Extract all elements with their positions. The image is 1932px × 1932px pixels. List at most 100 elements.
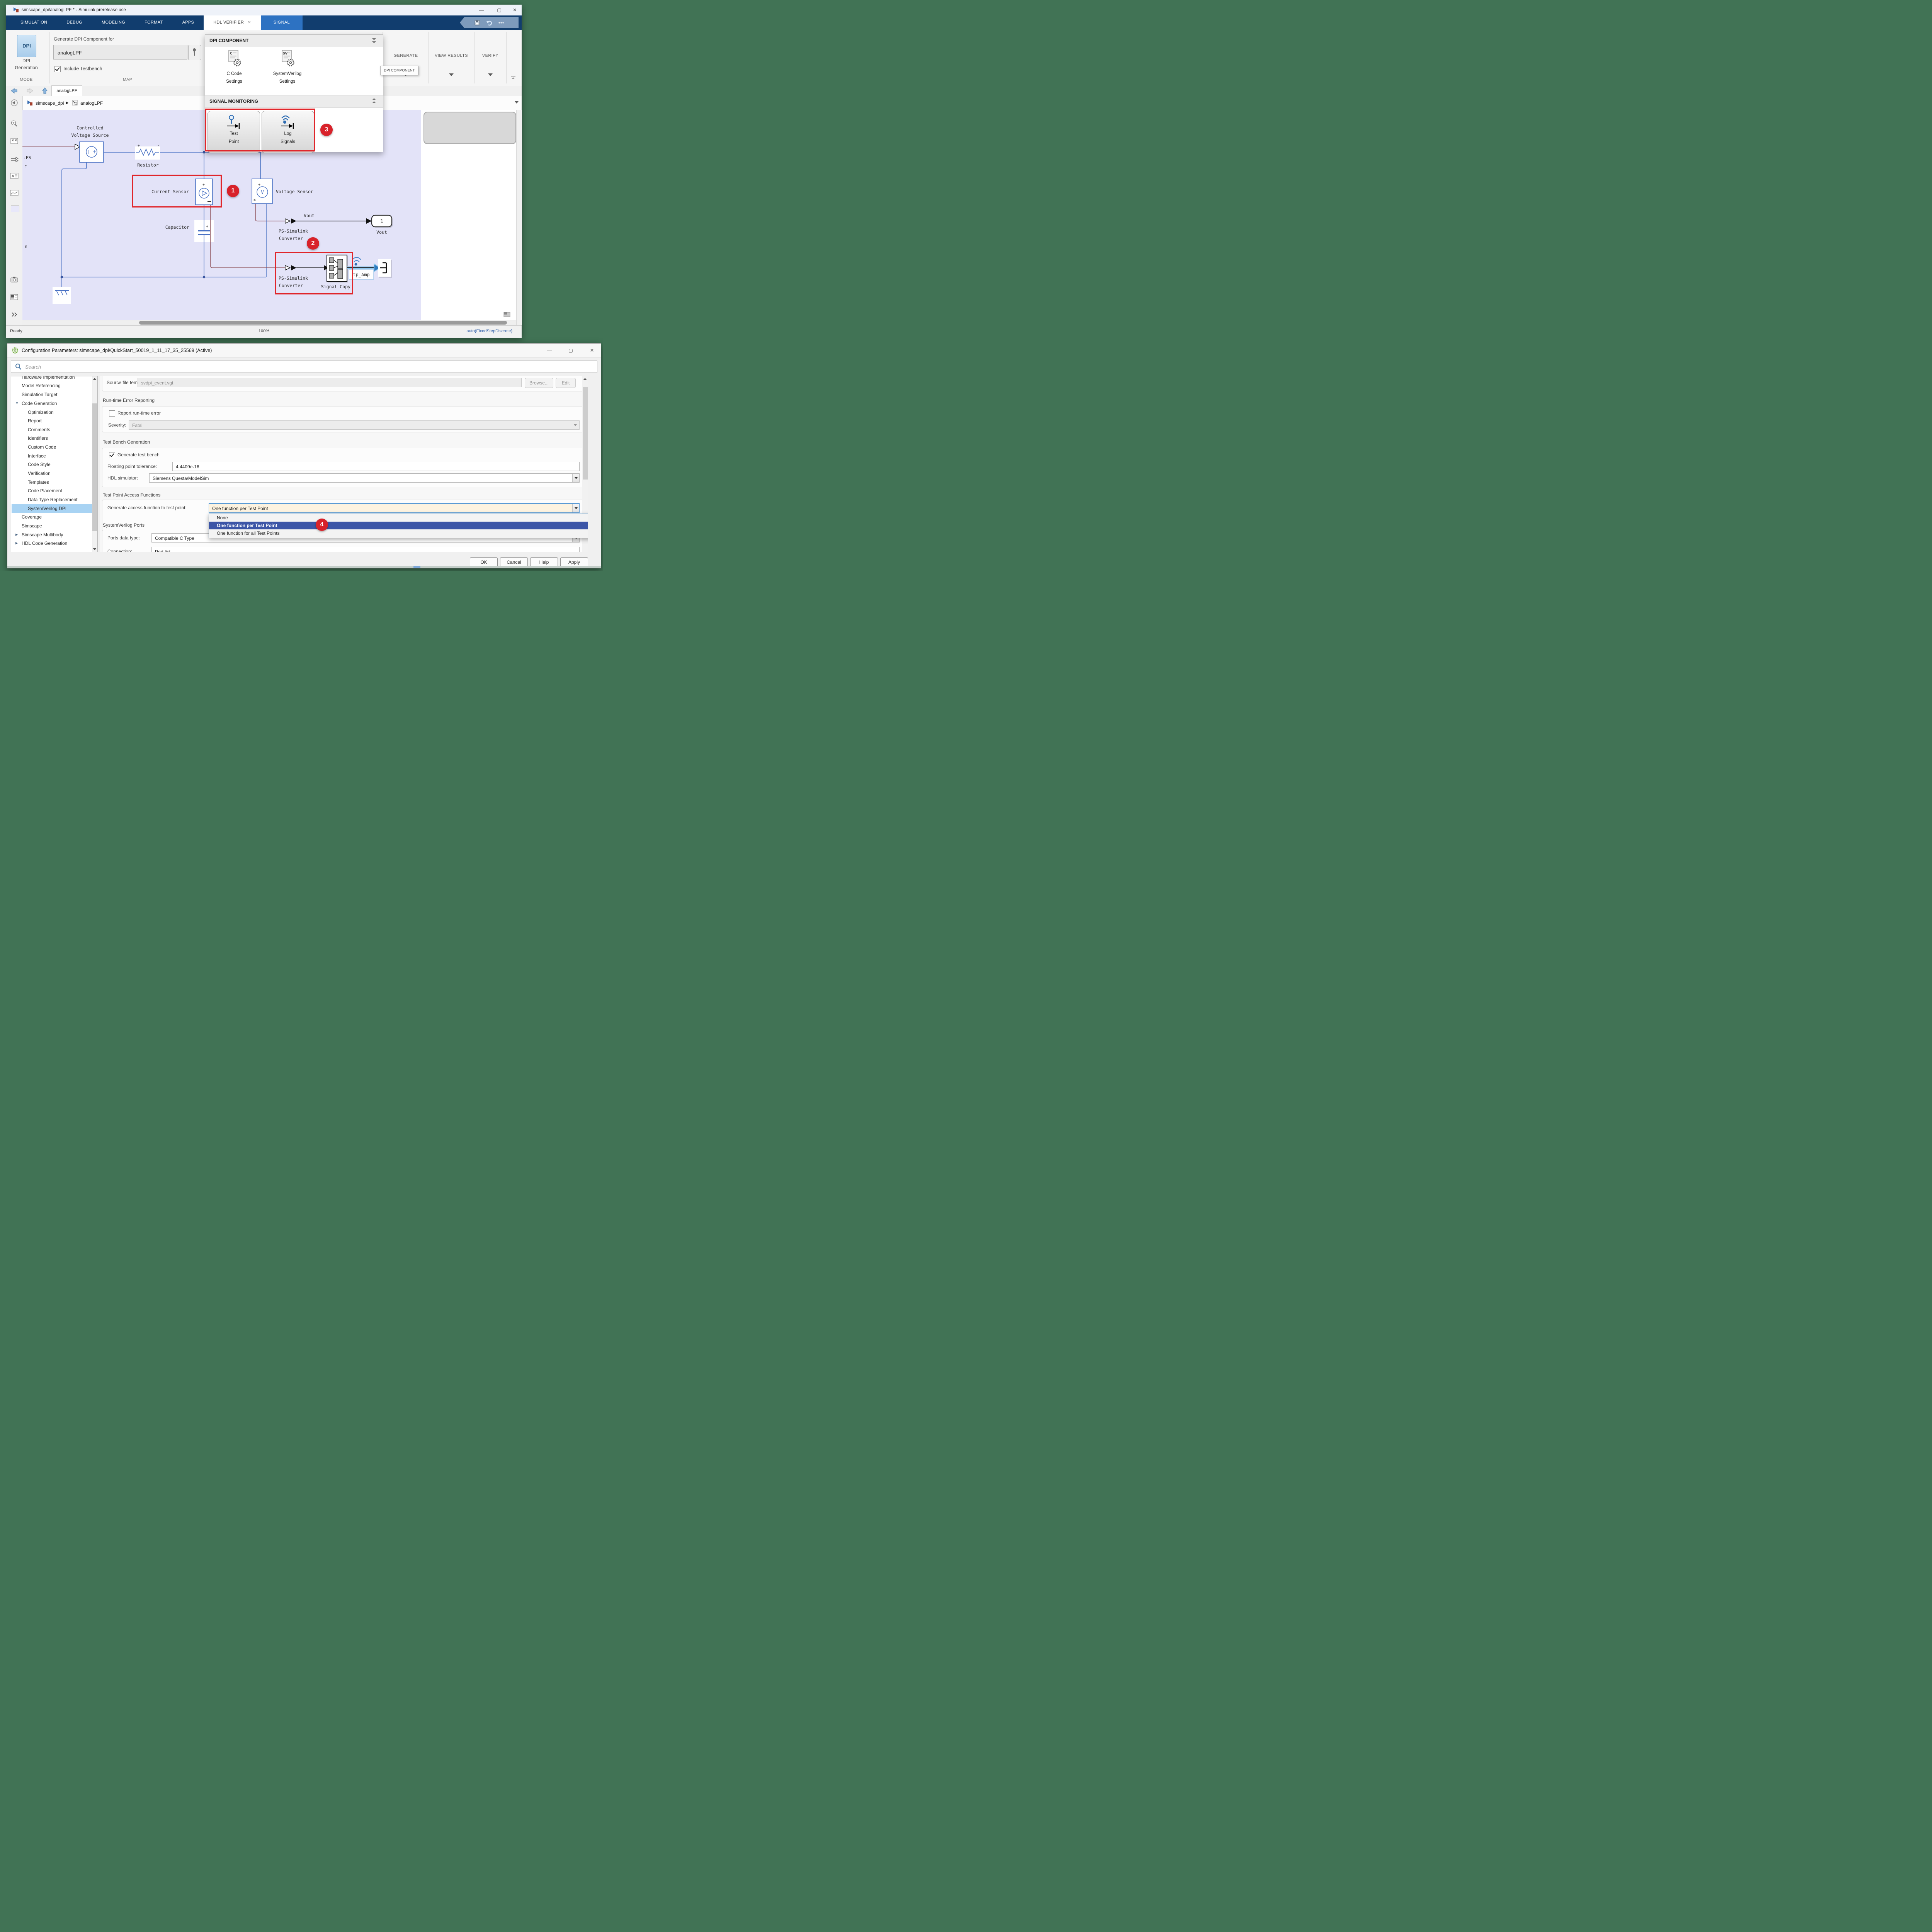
hide-browser-icon[interactable] xyxy=(11,99,18,106)
chevron-down-icon[interactable] xyxy=(488,73,493,76)
tree-item-systemverilog-dpi[interactable]: SystemVerilog DPI xyxy=(12,504,92,513)
tree-item-identifiers[interactable]: Identifiers xyxy=(12,434,92,442)
tab-hdl-verifier[interactable]: HDL VERIFIER ✕ xyxy=(204,15,261,30)
tree-item-code-generation[interactable]: ▼Code Generation xyxy=(12,399,92,408)
zoom-icon[interactable] xyxy=(10,120,19,128)
tree-item-model-referencing[interactable]: Model Referencing xyxy=(12,381,92,390)
tree-item-simscape-multibody[interactable]: ▶Simscape Multibody xyxy=(12,531,92,539)
tab-close-icon[interactable]: ✕ xyxy=(248,15,251,30)
form-scrollbar-thumb[interactable] xyxy=(583,387,588,480)
undo-icon[interactable] xyxy=(486,20,493,26)
tree-item-data-type-replacement[interactable]: Data Type Replacement xyxy=(12,495,92,504)
maximize-icon[interactable]: ▢ xyxy=(494,6,505,14)
c-code-settings-button[interactable]: C C Code Settings xyxy=(215,49,253,93)
expander-icon[interactable]: ▶ xyxy=(15,539,18,548)
annotation-icon[interactable]: A xyxy=(10,172,19,179)
fp-tolerance-input[interactable]: 4.4409e-16 xyxy=(172,462,580,471)
expander-icon[interactable]: ▼ xyxy=(15,399,19,408)
fit-view-icon[interactable] xyxy=(10,137,19,145)
status-solver[interactable]: auto(FixedStepDiscrete) xyxy=(6,325,512,337)
tree-item-templates[interactable]: Templates xyxy=(12,478,92,486)
dialog-maximize-icon[interactable]: ▢ xyxy=(565,347,576,354)
dropdown-option-one-for-all[interactable]: One function for all Test Points xyxy=(209,529,588,537)
viewport-widget-icon[interactable] xyxy=(503,311,511,318)
edit-button[interactable]: Edit xyxy=(556,378,576,388)
up-icon[interactable] xyxy=(42,87,48,94)
expander-icon[interactable]: ▶ xyxy=(15,531,18,539)
tree-item-optimization[interactable]: Optimization xyxy=(12,408,92,417)
search-box[interactable] xyxy=(11,361,597,373)
hdl-simulator-combobox[interactable]: Siemens Questa/ModelSim xyxy=(149,473,580,483)
tree-item-hardware-implementation[interactable]: Hardware Implementation xyxy=(12,376,92,381)
breadcrumb-dropdown-icon[interactable] xyxy=(515,101,519,104)
tree-item-interface[interactable]: Interface xyxy=(12,452,92,460)
tree-item-custom-code[interactable]: Custom Code xyxy=(12,443,92,451)
scroll-down-icon[interactable] xyxy=(93,548,97,550)
chevron-down-icon[interactable] xyxy=(449,73,454,76)
tree-item-simulation-target[interactable]: Simulation Target xyxy=(12,390,92,399)
back-icon[interactable] xyxy=(11,88,18,94)
expand-palette-icon[interactable] xyxy=(11,311,19,318)
canvas-vscrollbar[interactable] xyxy=(516,110,522,325)
dpi-component-header[interactable]: DPI COMPONENT xyxy=(205,35,383,47)
combo-button[interactable] xyxy=(572,474,579,482)
systemverilog-settings-button[interactable]: SV SystemVerilog Settings xyxy=(263,49,311,93)
more-icon[interactable] xyxy=(498,20,504,26)
tree-item-coverage[interactable]: Coverage xyxy=(12,513,92,521)
verify-dropdown[interactable]: VERIFY xyxy=(474,53,506,58)
collapse-ribbon-icon[interactable] xyxy=(510,75,516,81)
tree-scrollbar-thumb[interactable] xyxy=(92,403,97,531)
expand-section-icon[interactable] xyxy=(371,97,377,104)
area-icon[interactable] xyxy=(11,206,19,212)
tree-item-simscape[interactable]: Simscape xyxy=(12,522,92,530)
forward-icon[interactable] xyxy=(26,88,33,94)
tab-signal[interactable]: SIGNAL xyxy=(261,15,303,30)
doc-tab-analoglpf[interactable]: analogLPF xyxy=(51,85,82,96)
tab-simulation[interactable]: SIMULATION xyxy=(11,15,57,30)
tree-item-report[interactable]: Report xyxy=(12,417,92,425)
dpi-component-input[interactable] xyxy=(57,48,182,58)
tab-apps[interactable]: APPS xyxy=(173,15,204,30)
tree-item-code-placement[interactable]: Code Placement xyxy=(12,486,92,495)
tree-item-verification[interactable]: Verification xyxy=(12,469,92,478)
dpi-component-field[interactable] xyxy=(53,45,187,60)
connection-field[interactable]: Port list xyxy=(151,547,580,552)
close-icon[interactable]: ✕ xyxy=(509,6,520,14)
pin-button[interactable] xyxy=(188,45,201,60)
browse-button[interactable]: Browse... xyxy=(525,378,553,388)
tree-item-comments[interactable]: Comments xyxy=(12,425,92,434)
dpi-generation-button[interactable]: DPI xyxy=(17,35,36,57)
breadcrumb-root[interactable]: simscape_dpi xyxy=(36,97,64,109)
signal-routing-icon[interactable] xyxy=(10,156,19,163)
dialog-bottom-scrollbar-thumb[interactable] xyxy=(413,566,420,568)
screenshot-icon[interactable] xyxy=(10,276,19,283)
dialog-minimize-icon[interactable]: — xyxy=(544,347,555,354)
curve-icon[interactable] xyxy=(10,189,19,196)
scroll-up-icon[interactable] xyxy=(93,378,97,380)
breadcrumb-child[interactable]: analogLPF xyxy=(80,97,103,109)
generate-testbench-checkbox[interactable] xyxy=(109,452,115,458)
tab-debug[interactable]: DEBUG xyxy=(57,15,92,30)
tab-modeling[interactable]: MODELING xyxy=(92,15,135,30)
tree-item-code-style[interactable]: Code Style xyxy=(12,460,92,469)
dropdown-option-one-per-test-point[interactable]: One function per Test Point xyxy=(209,522,588,529)
access-function-combobox[interactable]: One function per Test Point xyxy=(209,503,580,513)
generate-dropdown[interactable]: GENERATE xyxy=(383,53,428,58)
save-icon[interactable] xyxy=(474,20,480,26)
search-input[interactable] xyxy=(24,362,567,371)
viewmarks-icon[interactable] xyxy=(10,294,19,301)
collapse-section-icon[interactable] xyxy=(371,37,377,44)
report-runtime-error-checkbox[interactable] xyxy=(109,410,115,417)
dropdown-option-none[interactable]: None xyxy=(209,514,588,522)
hscrollbar-thumb[interactable] xyxy=(139,321,507,325)
dialog-bottom-scrollbar[interactable] xyxy=(7,566,601,568)
dialog-close-icon[interactable]: ✕ xyxy=(587,347,597,354)
scroll-up-icon[interactable] xyxy=(583,378,587,380)
combo-button[interactable] xyxy=(572,504,579,512)
view-results-dropdown[interactable]: VIEW RESULTS xyxy=(428,53,474,58)
tab-format[interactable]: FORMAT xyxy=(135,15,172,30)
tree-item-hdl-code-generation[interactable]: ▶HDL Code Generation xyxy=(12,539,92,548)
signal-monitoring-header[interactable]: SIGNAL MONITORING xyxy=(205,95,383,108)
include-testbench-checkbox[interactable] xyxy=(54,66,61,72)
minimize-icon[interactable]: — xyxy=(476,6,487,14)
